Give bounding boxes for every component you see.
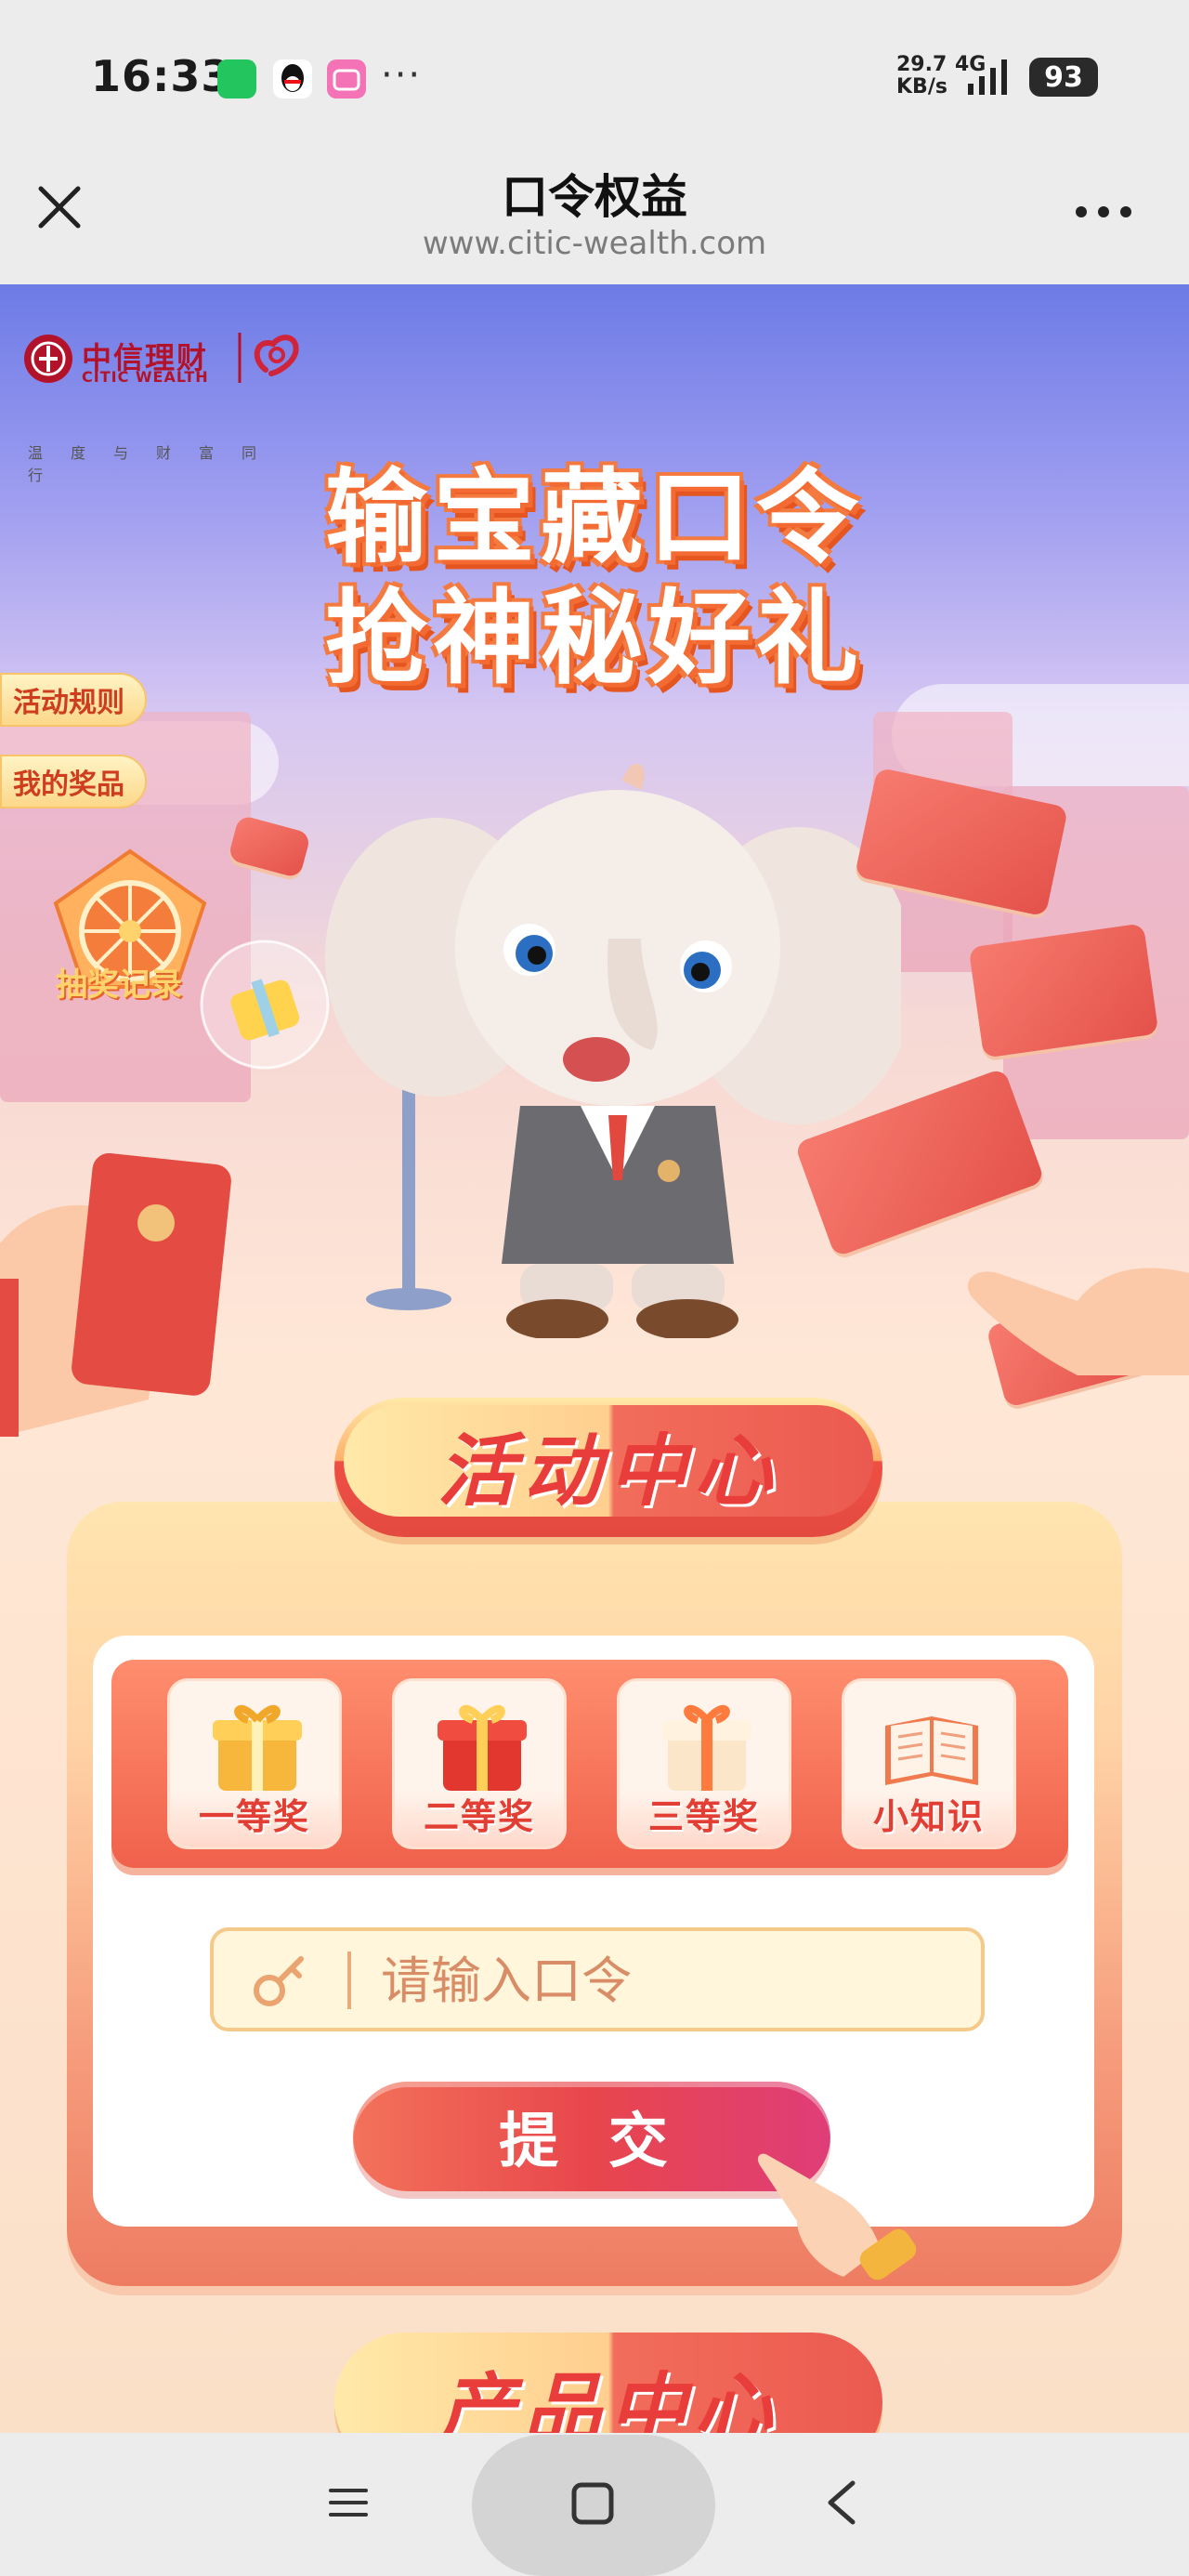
back-icon[interactable] (819, 2479, 862, 2526)
hero-headline: 输宝藏口令 抢神秘好礼 (242, 457, 947, 699)
headline-line-1: 输宝藏口令 (325, 458, 864, 577)
page-url: www.citic-wealth.com (422, 225, 767, 262)
wechat-notification-icon (217, 59, 256, 99)
more-options-icon[interactable] (1070, 197, 1137, 227)
second-prize-card[interactable]: 二等奖 (392, 1678, 567, 1849)
qq-notification-icon (273, 59, 312, 99)
red-gift-icon (438, 1705, 527, 1791)
activity-rules-label: 活动规则 (13, 687, 124, 719)
headline-line-2: 抢神秘好礼 (325, 579, 864, 698)
activity-rules-tab[interactable]: 活动规则 (0, 673, 147, 727)
network-speed-value: 29.7 (896, 53, 947, 76)
second-prize-label: 二等奖 (423, 1796, 535, 1837)
activity-center-title: 活动中心 (437, 1426, 779, 1517)
elephant-mascot-illustration (325, 763, 901, 1338)
network-speed: 29.7 4G KB/s (896, 53, 986, 99)
my-prizes-label: 我的奖品 (13, 769, 124, 801)
more-notifications-icon: ··· (381, 54, 423, 97)
heart-logo-icon (238, 333, 299, 383)
status-time: 16:33 (91, 51, 232, 101)
citic-emblem-icon (24, 335, 72, 383)
brand-name-en: CITIC WEALTH (82, 368, 209, 386)
hand-holding-envelope-illustration (0, 1152, 231, 1437)
citic-wealth-logo: 中信理财 CITIC WEALTH 温度与财富同行 (22, 331, 320, 484)
bilibili-notification-icon (327, 59, 366, 99)
third-prize-label: 三等奖 (647, 1796, 760, 1837)
input-divider (347, 1952, 351, 2009)
gold-gift-icon (213, 1705, 302, 1791)
white-gift-icon (662, 1705, 751, 1791)
draw-record-label: 抽奖记录 (56, 966, 182, 1004)
home-icon (571, 2482, 614, 2525)
book-icon (885, 1716, 978, 1785)
pointing-hand-illustration (967, 1268, 1189, 1375)
first-prize-label: 一等奖 (198, 1796, 310, 1837)
pointer-hand-icon (757, 2153, 917, 2280)
knowledge-label: 小知识 (872, 1796, 985, 1837)
key-icon (254, 1956, 304, 2006)
my-prizes-tab[interactable]: 我的奖品 (0, 755, 147, 808)
signal-icon (968, 59, 1007, 95)
status-bar: 16:33 ··· 29.7 4G KB/s 93 (0, 0, 1189, 149)
passcode-input[interactable] (381, 1944, 938, 2017)
knowledge-card[interactable]: 小知识 (842, 1678, 1016, 1849)
recent-apps-icon[interactable] (327, 2481, 370, 2524)
network-speed-unit: KB/s (896, 75, 947, 99)
passcode-input-field[interactable] (210, 1927, 985, 2031)
third-prize-card[interactable]: 三等奖 (617, 1678, 791, 1849)
battery-icon: 93 (1029, 58, 1098, 97)
page-title: 口令权益 (502, 170, 687, 224)
first-prize-card[interactable]: 一等奖 (167, 1678, 342, 1849)
activity-center-banner: 活动中心 (334, 1398, 882, 1537)
